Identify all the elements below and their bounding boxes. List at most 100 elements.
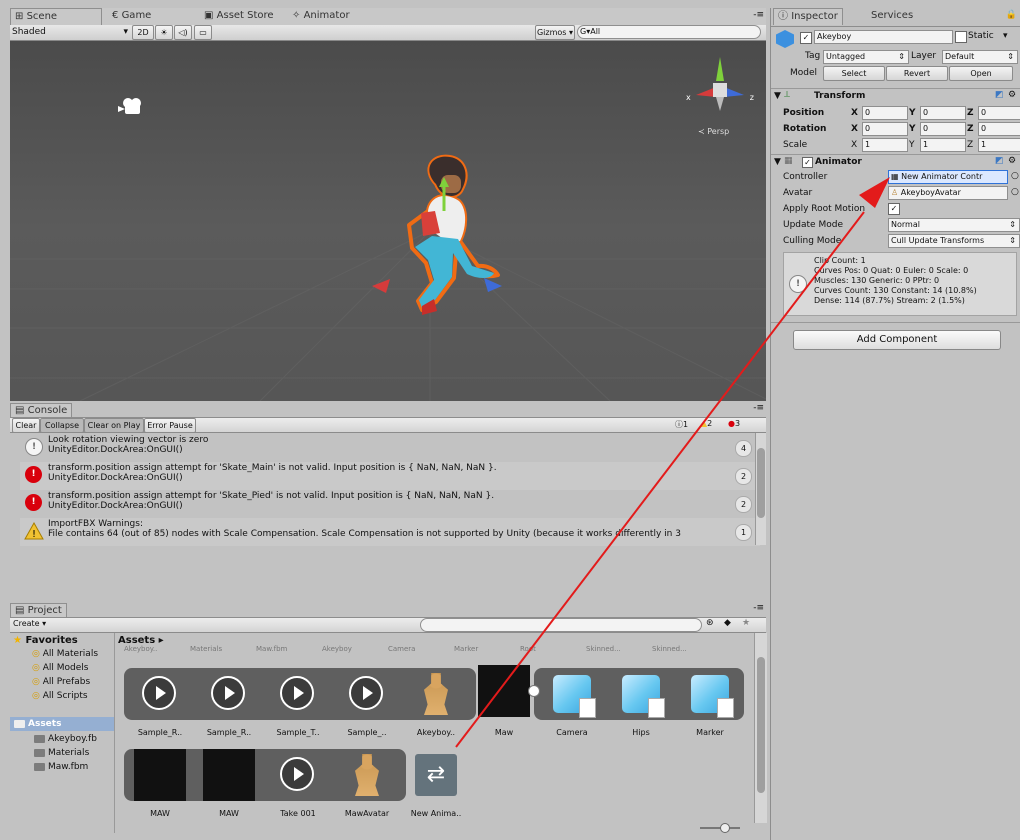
foldout-icon[interactable]: ▼ [774,91,781,101]
scene-viewport[interactable]: x z ≺ Persp [10,41,766,401]
thumbnail-size-slider[interactable] [700,823,740,833]
rotation-y[interactable]: 0 [920,122,966,136]
position-z[interactable]: 0 [978,106,1020,120]
favorites-header[interactable]: ★ Favorites [13,635,78,646]
gizmos-button[interactable]: Gizmos ▾ [535,25,575,40]
tag-dropdown[interactable]: Untagged ⇕ [823,50,909,64]
asset-thumb-maw-1[interactable] [134,749,186,801]
move-handle-z[interactable] [484,278,502,292]
favorite-all-models[interactable]: ◎ All Models [32,663,88,673]
foldout-icon[interactable]: ▼ [774,157,781,167]
static-checkbox[interactable] [955,31,967,43]
scene-search-input[interactable]: G▾All [577,25,761,39]
tab-animator[interactable]: ✧ Animator [288,8,354,24]
object-name-input[interactable]: Akeyboy [814,30,953,44]
component-settings-icon[interactable]: ⚙ [1008,90,1016,100]
collapse-group-icon[interactable] [528,685,540,697]
avatar-field[interactable]: ♙ AkeyboyAvatar [888,186,1008,200]
select-button[interactable]: Select [823,66,885,81]
folder-akeyboy[interactable]: Akeyboy.fb [34,734,97,744]
console-message-row[interactable]: ! transform.position assign attempt for … [20,462,760,490]
favorite-all-prefabs[interactable]: ◎ All Prefabs [32,677,90,687]
component-help-icon[interactable]: ◩ [995,156,1004,166]
asset-thumb-sample-r-2[interactable] [203,668,255,720]
persp-label[interactable]: ≺ Persp [698,127,729,136]
component-settings-icon[interactable]: ⚙ [1008,156,1016,166]
assets-folder-selected[interactable]: Assets [10,717,114,731]
folder-materials[interactable]: Materials [34,748,89,758]
component-help-icon[interactable]: ◩ [995,90,1004,100]
camera-icon[interactable] [118,97,146,115]
asset-thumb-new-animator[interactable]: ⇄ [410,749,462,801]
error-pause-button[interactable]: Error Pause [144,418,196,433]
open-button[interactable]: Open [949,66,1013,81]
tab-console[interactable]: ▤ Console [10,403,73,417]
character-model[interactable] [362,149,522,329]
asset-thumb-sample-r-1[interactable] [134,668,186,720]
asset-thumb-sample[interactable] [341,668,393,720]
update-mode-dropdown[interactable]: Normal ⇕ [888,218,1020,232]
console-message-row[interactable]: ! Look rotation viewing vector is zero U… [20,434,760,462]
console-message-row[interactable]: ! ImportFBX Warnings: File contains 64 (… [20,518,760,546]
tab-inspector[interactable]: ⓘ Inspector [773,8,843,25]
warning-count[interactable]: ▲2 [701,419,712,428]
favorite-all-scripts[interactable]: ◎ All Scripts [32,691,88,701]
scale-x[interactable]: 1 [862,138,908,152]
controller-field[interactable]: ▦ New Animator Contr [888,170,1008,184]
project-search-input[interactable] [420,618,702,632]
tab-asset-store[interactable]: ▣ Asset Store [200,8,278,24]
clear-button[interactable]: Clear [12,418,40,433]
asset-thumb-marker[interactable] [684,668,736,720]
active-checkbox[interactable]: ✓ [800,32,812,44]
project-scrollbar-thumb[interactable] [757,657,765,793]
asset-thumb-camera[interactable] [546,668,598,720]
animator-enabled-checkbox[interactable]: ✓ [802,157,813,168]
transform-header[interactable]: ▼ ⟂ Transform ◩ ⚙ [771,88,1020,105]
add-component-button[interactable]: Add Component [793,330,1001,350]
favorite-all-materials[interactable]: ◎ All Materials [32,649,98,659]
apply-root-motion-checkbox[interactable]: ✓ [888,203,900,215]
folder-maw[interactable]: Maw.fbm [34,762,88,772]
tab-game[interactable]: € Game [108,8,155,24]
rotation-x[interactable]: 0 [862,122,908,136]
move-handle-x[interactable] [372,279,390,293]
object-picker-icon[interactable]: ○ [1011,187,1019,197]
console-scrollbar[interactable] [755,433,766,545]
tab-scene[interactable]: ⊞ Scene [10,8,102,25]
inspector-menu-icon[interactable]: 🔒 [1006,10,1017,20]
asset-thumb-maw-2[interactable] [203,749,255,801]
rotation-z[interactable]: 0 [978,122,1020,136]
favorite-star-icon[interactable]: ★ [742,618,750,628]
project-scrollbar[interactable] [754,633,767,823]
effects-icon[interactable]: ▭ [194,25,212,40]
layer-dropdown[interactable]: Default ⇕ [942,50,1018,64]
console-menu-icon[interactable]: -≡ [753,403,764,413]
filter-type-icon[interactable]: ⊛ [706,618,714,628]
asset-thumb-akeyboy[interactable] [410,668,462,720]
tab-project[interactable]: ▤ Project [10,603,67,617]
static-dropdown-icon[interactable]: ▾ [1003,31,1008,41]
asset-thumb-maw[interactable] [478,665,530,717]
position-x[interactable]: 0 [862,106,908,120]
project-menu-icon[interactable]: -≡ [753,603,764,613]
collapse-button[interactable]: Collapse [40,418,84,433]
scale-y[interactable]: 1 [920,138,966,152]
audio-icon[interactable]: ◁) [174,25,192,40]
tab-services[interactable]: Services [867,8,917,24]
object-picker-icon[interactable]: ○ [1011,171,1019,181]
filter-label-icon[interactable]: ◆ [724,618,731,628]
console-message-row[interactable]: ! transform.position assign attempt for … [20,490,760,518]
create-dropdown[interactable]: Create ▾ [13,619,46,628]
scale-z[interactable]: 1 [978,138,1020,152]
info-count[interactable]: ⓘ1 [675,419,688,430]
error-count[interactable]: ●3 [728,419,740,428]
lighting-icon[interactable]: ☀ [155,25,173,40]
position-y[interactable]: 0 [920,106,966,120]
revert-button[interactable]: Revert [886,66,948,81]
asset-thumb-take-001[interactable] [272,749,324,801]
shading-dropdown[interactable]: Shaded ▾ [12,26,130,38]
animator-header[interactable]: ▼ ▦ ✓ Animator ◩ ⚙ [771,154,1020,171]
culling-mode-dropdown[interactable]: Cull Update Transforms ⇕ [888,234,1020,248]
panel-menu-icon[interactable]: -≡ [753,10,764,20]
asset-thumb-maw-avatar[interactable] [341,749,393,801]
